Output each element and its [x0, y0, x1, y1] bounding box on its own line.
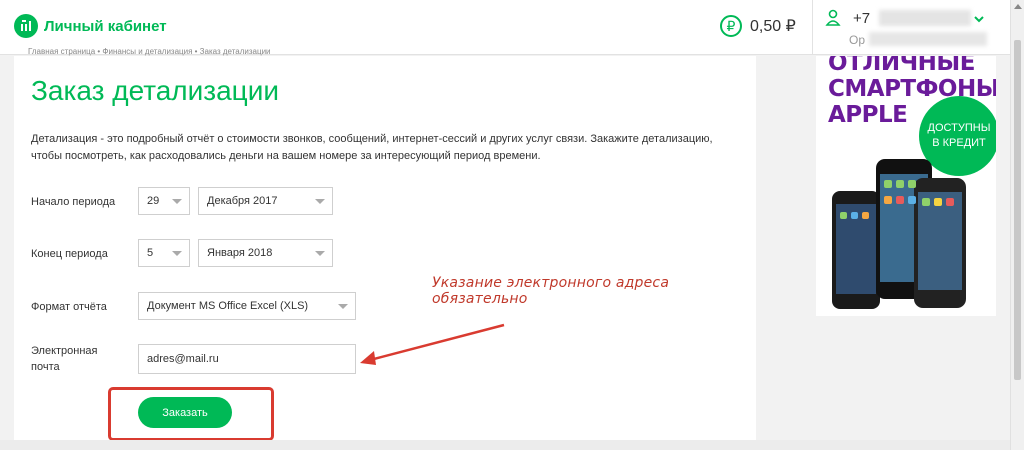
logo-text: Личный кабинет [44, 17, 167, 35]
logo[interactable]: Личный кабинет [14, 14, 167, 38]
format-value: Документ MS Office Excel (XLS) [147, 300, 309, 312]
smartphones-image [832, 159, 966, 309]
start-month-select[interactable]: Декабря 2017 [198, 187, 333, 215]
email-field[interactable] [138, 344, 356, 374]
phone-number-redacted [879, 10, 971, 26]
end-day-value: 5 [147, 247, 154, 259]
phone-number: +7 [853, 10, 871, 27]
format-label: Формат отчёта [31, 301, 107, 313]
button-highlight-box [108, 387, 274, 441]
annotation-arrow-icon [360, 323, 505, 365]
caret-down-icon [315, 251, 325, 256]
start-day-select[interactable]: 29 [138, 187, 190, 215]
megafon-logo-icon [14, 14, 38, 38]
page-description: Детализация - это подробный отчёт о стои… [31, 133, 713, 162]
format-select[interactable]: Документ MS Office Excel (XLS) [138, 292, 356, 320]
balance[interactable]: ₽ 0,50 ₽ [720, 15, 796, 37]
org-label: Ор [849, 33, 866, 47]
balance-value: 0,50 ₽ [750, 18, 796, 35]
page-title: Заказ детализации [31, 75, 279, 106]
start-day-value: 29 [147, 195, 160, 207]
scrollbar-thumb[interactable] [1014, 40, 1021, 380]
ad-banner[interactable]: ОТЛИЧНЫЕ СМАРТФОНЫ APPLE ДОСТУПНЫ В КРЕД… [816, 56, 996, 316]
email-label: Электронная почта [31, 345, 98, 373]
end-month-select[interactable]: Января 2018 [198, 239, 333, 267]
account-menu[interactable]: +7 Ор [812, 0, 1011, 54]
end-period-label: Конец периода [31, 248, 108, 260]
caret-down-icon [338, 304, 348, 309]
bottom-strip [0, 440, 1010, 450]
ad-badge-line1: ДОСТУПНЫ [927, 122, 991, 134]
caret-down-icon [172, 251, 182, 256]
caret-down-icon [315, 199, 325, 204]
breadcrumb[interactable]: Главная страница • Финансы и детализация… [28, 48, 418, 56]
email-required-annotation: Указание электронного адреса обязательно [432, 275, 670, 307]
start-month-value: Декабря 2017 [207, 195, 278, 207]
org-name-redacted [869, 32, 987, 46]
user-icon [825, 9, 841, 32]
end-day-select[interactable]: 5 [138, 239, 190, 267]
caret-down-icon [172, 199, 182, 204]
ad-badge-line2: В КРЕДИТ [932, 137, 986, 149]
top-header: Личный кабинет ₽ 0,50 ₽ +7 Ор [0, 0, 1010, 55]
page-scrollbar[interactable] [1010, 0, 1024, 450]
end-month-value: Января 2018 [207, 247, 273, 259]
scroll-up-arrow-icon[interactable] [1014, 4, 1022, 9]
ruble-icon: ₽ [720, 15, 742, 37]
chevron-down-icon[interactable] [973, 12, 985, 30]
start-period-label: Начало периода [31, 196, 116, 208]
